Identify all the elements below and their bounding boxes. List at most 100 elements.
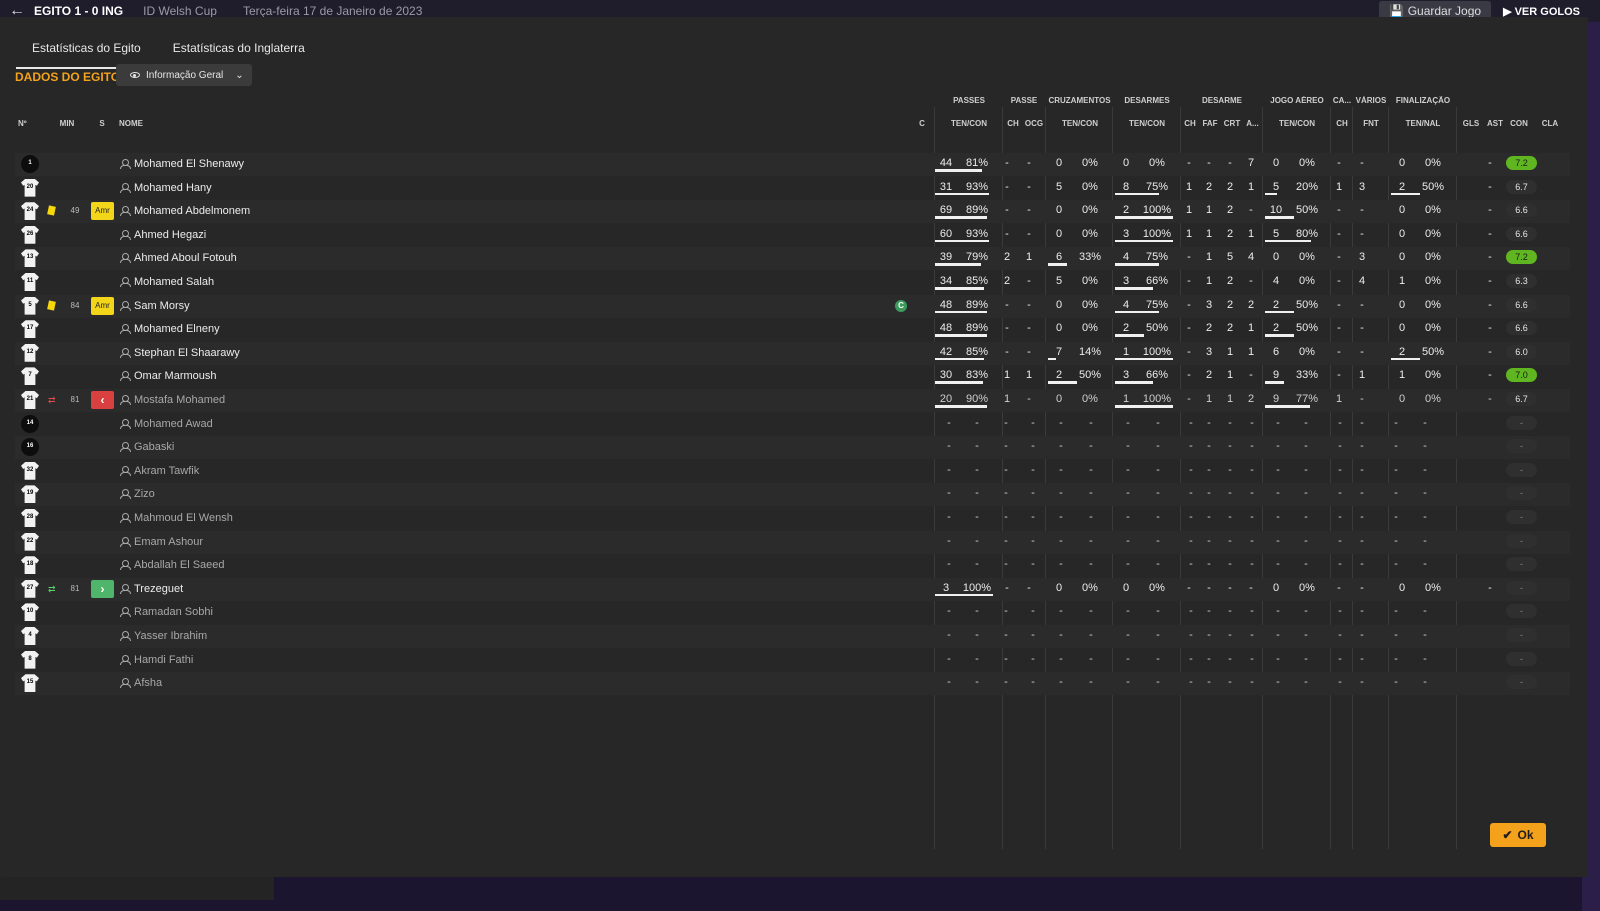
desarme-crt-value: 2	[1226, 204, 1234, 217]
empty-value: -	[1089, 463, 1093, 476]
empty-value: -	[1126, 440, 1130, 453]
player-name[interactable]: Ramadan Sobhi	[134, 606, 213, 618]
assists-value: -	[1488, 275, 1492, 287]
empty-value: -	[1189, 652, 1193, 665]
stat-attempts: 6	[1272, 345, 1280, 358]
table-row[interactable]: 22 Emam Ashour - - - - - - - - - - - - - - - - - - -	[15, 530, 1570, 554]
player-name[interactable]: Mohamed Hany	[134, 182, 212, 194]
empty-value: -	[1250, 605, 1254, 618]
empty-value: -	[1276, 676, 1280, 689]
player-name[interactable]: Omar Marmoush	[134, 370, 217, 382]
view-select[interactable]: Informação Geral ⌄	[116, 64, 252, 86]
player-name[interactable]: Mohamed El Shenawy	[134, 158, 244, 170]
table-row[interactable]: 12 Stephan El Shaarawy 42 85% 7 14% 1 100% 6 0% 2 5…	[15, 341, 1570, 365]
col-d-crt[interactable]: CRT	[1222, 119, 1242, 128]
player-name[interactable]: Ahmed Hegazi	[134, 229, 206, 241]
stat-bar	[935, 310, 987, 314]
col-d-ch[interactable]: CH	[1183, 119, 1197, 128]
col-nome[interactable]: NOME	[119, 119, 143, 128]
col-ca-ch[interactable]: CH	[1333, 119, 1351, 128]
desarme-ch-value: -	[1187, 345, 1191, 358]
player-name[interactable]: Mohamed Abdelmonem	[134, 205, 250, 217]
col-cla[interactable]: CLA	[1538, 119, 1562, 128]
empty-value: -	[975, 629, 979, 641]
col-fin-ten-nal[interactable]: TEN/NAL	[1391, 119, 1455, 128]
player-name[interactable]: Hamdi Fathi	[134, 654, 193, 666]
col-ast[interactable]: AST	[1485, 119, 1505, 128]
view-goals-button[interactable]: ▶ VER GOLOS	[1503, 5, 1580, 18]
col-varios-fnt[interactable]: FNT	[1355, 119, 1387, 128]
table-row[interactable]: 13 Ahmed Aboul Fotouh 39 79% 6 33% 4 75% 0 0% 0 0% 2…	[15, 247, 1570, 271]
player-name[interactable]: Afsha	[134, 677, 162, 689]
col-d-faf[interactable]: FAF	[1200, 119, 1220, 128]
col-passes-ten-con[interactable]: TEN/CON	[937, 119, 1001, 128]
table-row[interactable]: 26 Ahmed Hegazi 60 93% 0 0% 3 100% 5 80% 0 0% - -1 1 2 1…	[15, 224, 1570, 247]
table-row[interactable]: 8 Hamdi Fathi - - - - - - - - - - - - - - - - - - -	[15, 649, 1570, 672]
table-row[interactable]: 28 Mahmoud El Wensh - - - - - - - - - - - - - - - - - - -	[15, 507, 1570, 530]
player-name[interactable]: Akram Tawfik	[134, 465, 199, 477]
col-no[interactable]: Nº	[18, 119, 27, 128]
table-row[interactable]: 5 84 Amr Sam Morsy C 48 89% 0 0% 4 75% 2 50% 0 0% - - -3 2…	[15, 294, 1570, 318]
stat-percent: 100%	[1142, 393, 1172, 405]
player-name[interactable]: Mahmoud El Wensh	[134, 512, 233, 524]
table-row[interactable]: 18 Abdallah El Saeed - - - - - - - - - - - - - - - - - - -	[15, 554, 1570, 577]
rating-badge: -	[1506, 628, 1537, 642]
table-row[interactable]: 7 Omar Marmoush 30 83% 2 50% 3 66% 9 33% 1 0% 1 1-2 1-…	[15, 365, 1570, 388]
player-name[interactable]: Emam Ashour	[134, 536, 203, 548]
table-row[interactable]: 24 49 Amr Mohamed Abdelmonem 69 89% 0 0% 2 100% 10…	[15, 200, 1570, 224]
col-min[interactable]: MIN	[57, 119, 77, 128]
player-name[interactable]: Mostafa Mohamed	[134, 394, 225, 406]
table-row[interactable]: 1 Mohamed El Shenawy 44 81% 0 0% 0 0% 0 0% 0 0% - - - -…	[15, 153, 1570, 176]
empty-value: -	[1276, 440, 1280, 453]
empty-value: -	[1156, 676, 1160, 689]
table-row[interactable]: 17 Mohamed Elneny 48 89% 0 0% 2 50% 2 50% 0 0% - - -2 2…	[15, 318, 1570, 341]
player-name[interactable]: Mohamed Salah	[134, 276, 214, 288]
competition-name[interactable]: ID Welsh Cup	[143, 4, 217, 18]
table-row[interactable]: 19 Zizo - - - - - - - - - - - - - - - - - - -	[15, 483, 1570, 507]
player-name[interactable]: Gabaski	[134, 441, 174, 453]
table-row[interactable]: 16 Gabaski - - - - - - - - - - - - - - - - - - -	[15, 436, 1570, 460]
col-con[interactable]: CON	[1508, 119, 1530, 128]
player-name[interactable]: Abdallah El Saeed	[134, 559, 225, 571]
col-c[interactable]: C	[917, 119, 927, 128]
player-name[interactable]: Sam Morsy	[134, 300, 190, 312]
stat-attempts: 0	[1398, 157, 1406, 169]
table-row[interactable]: 11 Mohamed Salah 34 85% 5 0% 3 66% 4 0% 1 0% 2 - - 1 2 - -…	[15, 271, 1570, 294]
table-row[interactable]: 4 Yasser Ibrahim - - - - - - - - - - - - - - - - - - -	[15, 625, 1570, 648]
stat-percent: 81%	[965, 157, 989, 169]
empty-value: -	[1004, 676, 1008, 689]
player-name[interactable]: Mohamed Awad	[134, 418, 213, 430]
table-row[interactable]: 20 Mohamed Hany 31 93% 5 0% 8 75% 5 20% 2 50% - -1 2 2 1…	[15, 177, 1570, 200]
table-row[interactable]: 14 Mohamed Awad - - - - - - - - - - - - - - - - - - -	[15, 413, 1570, 436]
col-des-ten-con[interactable]: TEN/CON	[1115, 119, 1179, 128]
empty-value: -	[1228, 487, 1232, 500]
player-name[interactable]: Zizo	[134, 488, 155, 500]
table-row[interactable]: 15 Afsha - - - - - - - - - - - - - - - - - - -	[15, 672, 1570, 696]
table-row[interactable]: 21 ⇄ 81 ‹ Mostafa Mohamed 20 90% 0 0% 1 100% 9 77% 0 0…	[15, 389, 1570, 412]
stat-percent: 0%	[1082, 180, 1098, 193]
col-passe-ocg[interactable]: OCG	[1023, 119, 1045, 128]
col-cruz-ten-con[interactable]: TEN/CON	[1048, 119, 1112, 128]
col-passe-ch[interactable]: CH	[1005, 119, 1021, 128]
player-name[interactable]: Mohamed Elneny	[134, 323, 220, 335]
player-name[interactable]: Trezeguet	[134, 583, 183, 595]
col-ja-ten-con[interactable]: TEN/CON	[1265, 119, 1329, 128]
player-name[interactable]: Yasser Ibrahim	[134, 630, 207, 642]
col-d-a[interactable]: A...	[1244, 119, 1261, 128]
empty-value: -	[1189, 487, 1193, 500]
table-row[interactable]: 10 Ramadan Sobhi - - - - - - - - - - - - - - - - - - -	[15, 601, 1570, 624]
stat-bar	[1265, 334, 1294, 337]
empty-value: -	[1089, 605, 1093, 618]
player-name[interactable]: Ahmed Aboul Fotouh	[134, 252, 237, 264]
person-icon	[120, 159, 131, 169]
stat-attempts: 48	[939, 298, 953, 311]
col-gls[interactable]: GLS	[1461, 119, 1481, 128]
desarme-ch-value: 1	[1185, 204, 1193, 217]
empty-value: -	[1004, 511, 1008, 523]
ok-button[interactable]: ✔ Ok	[1490, 823, 1546, 847]
table-row[interactable]: 32 Akram Tawfik - - - - - - - - - - - - - - - - - - -	[15, 460, 1570, 483]
col-s[interactable]: S	[97, 119, 107, 128]
stat-percent: 14%	[1078, 345, 1102, 358]
table-row[interactable]: 27 ⇄ 81 › Trezeguet 3 100% 0 0% 0 0% 0 0% 0 0% - - - - - - - -…	[15, 577, 1570, 601]
player-name[interactable]: Stephan El Shaarawy	[134, 347, 240, 359]
